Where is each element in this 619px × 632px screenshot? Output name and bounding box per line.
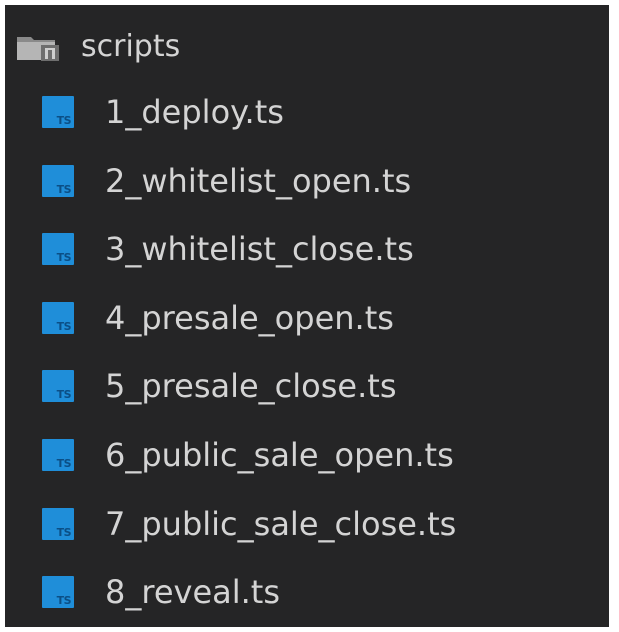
file-item-5-presale-close[interactable]: TS 5_presale_close.ts bbox=[5, 358, 609, 414]
ts-badge: TS bbox=[56, 594, 72, 607]
file-explorer: scripts TS 1_deploy.ts TS 2_whitelist_op… bbox=[5, 5, 609, 627]
folder-row-scripts[interactable]: scripts bbox=[5, 22, 609, 72]
file-tree: scripts TS 1_deploy.ts TS 2_whitelist_op… bbox=[5, 5, 609, 627]
typescript-file-icon: TS bbox=[42, 233, 74, 265]
file-label: 3_whitelist_close.ts bbox=[105, 230, 414, 268]
file-label: 4_presale_open.ts bbox=[105, 299, 394, 337]
folder-icon bbox=[17, 37, 59, 61]
ts-badge: TS bbox=[56, 251, 72, 264]
file-label: 5_presale_close.ts bbox=[105, 367, 397, 405]
file-label: 1_deploy.ts bbox=[105, 93, 284, 131]
ts-badge: TS bbox=[56, 183, 72, 196]
typescript-file-icon: TS bbox=[42, 302, 74, 334]
file-label: 6_public_sale_open.ts bbox=[105, 436, 454, 474]
file-item-2-whitelist-open[interactable]: TS 2_whitelist_open.ts bbox=[5, 153, 609, 209]
file-label: 8_reveal.ts bbox=[105, 573, 281, 611]
file-item-1-deploy[interactable]: TS 1_deploy.ts bbox=[5, 84, 609, 140]
typescript-file-icon: TS bbox=[42, 439, 74, 471]
typescript-file-icon: TS bbox=[42, 96, 74, 128]
ts-badge: TS bbox=[56, 457, 72, 470]
ts-badge: TS bbox=[56, 526, 72, 539]
file-item-4-presale-open[interactable]: TS 4_presale_open.ts bbox=[5, 290, 609, 346]
file-label: 2_whitelist_open.ts bbox=[105, 162, 412, 200]
file-item-8-reveal[interactable]: TS 8_reveal.ts bbox=[5, 564, 609, 620]
file-label: 7_public_sale_close.ts bbox=[105, 505, 457, 543]
typescript-file-icon: TS bbox=[42, 576, 74, 608]
typescript-file-icon: TS bbox=[42, 165, 74, 197]
typescript-file-icon: TS bbox=[42, 370, 74, 402]
ts-badge: TS bbox=[56, 388, 72, 401]
typescript-file-icon: TS bbox=[42, 508, 74, 540]
file-item-6-public-sale-open[interactable]: TS 6_public_sale_open.ts bbox=[5, 427, 609, 483]
ts-badge: TS bbox=[56, 114, 72, 127]
folder-label: scripts bbox=[81, 29, 181, 64]
ts-badge: TS bbox=[56, 320, 72, 333]
file-item-3-whitelist-close[interactable]: TS 3_whitelist_close.ts bbox=[5, 221, 609, 277]
file-item-7-public-sale-close[interactable]: TS 7_public_sale_close.ts bbox=[5, 496, 609, 552]
